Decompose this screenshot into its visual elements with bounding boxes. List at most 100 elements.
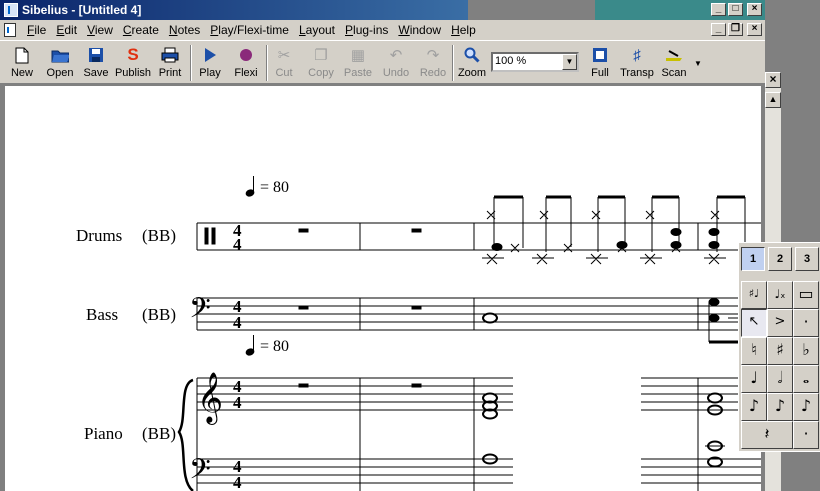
menu-bar: File Edit View Create Notes Play/Flexi-t… (0, 20, 765, 40)
publish-button[interactable]: S Publish (114, 44, 152, 82)
title-bar: Sibelius - [Untitled 4] (0, 0, 468, 20)
menu-file[interactable]: File (22, 23, 51, 37)
keypad-tab-2[interactable]: 2 (768, 247, 792, 271)
full-screen-button[interactable]: Full (587, 44, 613, 82)
keypad-key-flat[interactable]: ♭ (793, 337, 819, 365)
scan-button[interactable]: Scan (659, 44, 689, 82)
svg-text:𝄢: 𝄢 (189, 292, 211, 332)
tempo-text-1: = 80 (260, 179, 290, 196)
cut-button[interactable]: ✂ Cut (272, 44, 296, 82)
panel-close-icon[interactable]: × (765, 72, 781, 88)
doc-restore-button[interactable]: ❐ (728, 23, 743, 36)
copy-icon: ❐ (314, 47, 328, 64)
maximize-button[interactable]: □ (728, 3, 743, 16)
menu-help[interactable]: Help (446, 23, 481, 37)
keypad-key-accent[interactable]: > (767, 309, 793, 337)
tempo-text-2: = 80 (260, 338, 290, 355)
redo-button[interactable]: ↷ Redo (418, 44, 448, 82)
chevron-down-icon[interactable]: ▼ (562, 54, 577, 70)
sibelius-app-icon[interactable] (4, 3, 18, 17)
staff-name-bass: Bass (86, 305, 119, 324)
record-circle-icon (237, 46, 255, 64)
svg-text:𝄢: 𝄢 (189, 453, 211, 491)
keypad-tab-1[interactable]: 1 (741, 247, 765, 271)
title-bar-inactive: _ □ × (595, 0, 765, 20)
keypad-key-quaver[interactable]: ♪ (741, 393, 767, 421)
minimize-button[interactable]: _ (711, 3, 726, 16)
menu-plug-ins[interactable]: Plug-ins (340, 23, 393, 37)
keypad-key-staccato[interactable]: · (793, 309, 819, 337)
staff-name-drums: Drums (76, 226, 123, 245)
staff-name-piano: Piano (84, 424, 123, 443)
keypad-key-pointer[interactable]: ↖ (741, 309, 767, 337)
svg-text:𝄞: 𝄞 (197, 372, 223, 425)
play-triangle-icon (201, 46, 219, 64)
floppy-disk-icon (87, 46, 105, 64)
menu-layout[interactable]: Layout (294, 23, 340, 37)
printer-icon (161, 46, 179, 64)
toolbar-separator (266, 45, 268, 81)
flexi-record-button[interactable]: Flexi (232, 44, 260, 82)
drum-notes (482, 195, 746, 265)
tempo-mark-1 (245, 176, 255, 197)
open-button[interactable]: Open (44, 44, 76, 82)
toolbar: New Open Save S Publish Print Play Flexi (0, 40, 765, 84)
menu-view[interactable]: View (82, 23, 118, 37)
staff-tag-drums: (BB) (142, 226, 176, 245)
doc-minimize-button[interactable]: _ (711, 23, 726, 36)
tempo-mark-2 (245, 335, 255, 356)
keypad-panel: 1 2 3 ♯♩ ♩ₓ ▭ ↖ > · ♮ ♯ ♭ ♩ 𝅗𝅥 𝅝 ♪ ♪ ♪ 𝄽… (738, 242, 820, 452)
undo-arrow-icon: ↶ (389, 47, 403, 64)
keypad-key-rest[interactable]: 𝄽 (741, 421, 793, 449)
menu-edit[interactable]: Edit (51, 23, 82, 37)
svg-text:4: 4 (233, 473, 242, 491)
close-button[interactable]: × (747, 3, 762, 16)
save-button[interactable]: Save (82, 44, 110, 82)
scissors-icon: ✂ (277, 47, 291, 64)
keypad-key-semibreve[interactable]: 𝅝 (793, 365, 819, 393)
menu-window[interactable]: Window (393, 23, 446, 37)
score-canvas[interactable]: 𝄢 𝄞 𝄢 4 4 4 4 4 4 4 4 = 80 = 80 Drums (B… (4, 86, 761, 491)
new-button[interactable]: New (8, 44, 36, 82)
zoom-level-select[interactable]: 100 % ▼ (491, 52, 579, 72)
scorch-publish-icon: S (127, 45, 139, 64)
redo-arrow-icon: ↷ (426, 47, 440, 64)
new-document-icon (13, 46, 31, 64)
copy-button[interactable]: ❐ Copy (306, 44, 336, 82)
keypad-key-dot[interactable]: · (793, 421, 819, 449)
toolbar-separator (452, 45, 454, 81)
transpose-icon: ♯ (633, 46, 641, 64)
open-folder-icon (51, 46, 69, 64)
undo-button[interactable]: ↶ Undo (381, 44, 411, 82)
bass-staff: 𝄢 (189, 292, 761, 344)
paste-button[interactable]: ▦ Paste (342, 44, 374, 82)
keypad-key-sharp[interactable]: ♯ (767, 337, 793, 365)
piano-treble-staff: 𝄞 (197, 372, 761, 491)
keypad-key-note-cross[interactable]: ♩ₓ (767, 281, 793, 309)
play-button[interactable]: Play (197, 44, 223, 82)
keypad-key-layout-sharp[interactable]: ♯♩ (741, 281, 767, 309)
svg-text:4: 4 (233, 235, 242, 254)
keypad-key-crotchet[interactable]: ♩ (741, 365, 767, 393)
keypad-key-demisemiquaver[interactable]: ♪ (793, 393, 819, 421)
keypad-key-minim[interactable]: 𝅗𝅥 (767, 365, 793, 393)
print-button[interactable]: Print (156, 44, 184, 82)
menu-play-flexi-time[interactable]: Play/Flexi-time (205, 23, 294, 37)
keypad-key-tuplet-bracket[interactable]: ▭ (793, 281, 819, 309)
paste-clipboard-icon: ▦ (350, 47, 366, 64)
document-icon[interactable] (4, 23, 16, 37)
keypad-key-semiquaver[interactable]: ♪ (767, 393, 793, 421)
staff-tag-bass: (BB) (142, 305, 176, 324)
scanner-icon (665, 46, 683, 64)
window-title: Sibelius - [Untitled 4] (22, 3, 142, 17)
scroll-up-arrow-icon[interactable]: ▲ (765, 92, 781, 108)
zoom-button[interactable]: Zoom (457, 44, 487, 82)
doc-close-button[interactable]: × (747, 23, 762, 36)
menu-notes[interactable]: Notes (164, 23, 205, 37)
keypad-tab-3[interactable]: 3 (795, 247, 819, 271)
transpose-button[interactable]: ♯ Transp (619, 44, 655, 82)
toolbar-separator (190, 45, 192, 81)
toolbar-overflow-chevron-icon[interactable]: ▼ (694, 59, 702, 68)
menu-create[interactable]: Create (118, 23, 164, 37)
keypad-key-natural[interactable]: ♮ (741, 337, 767, 365)
